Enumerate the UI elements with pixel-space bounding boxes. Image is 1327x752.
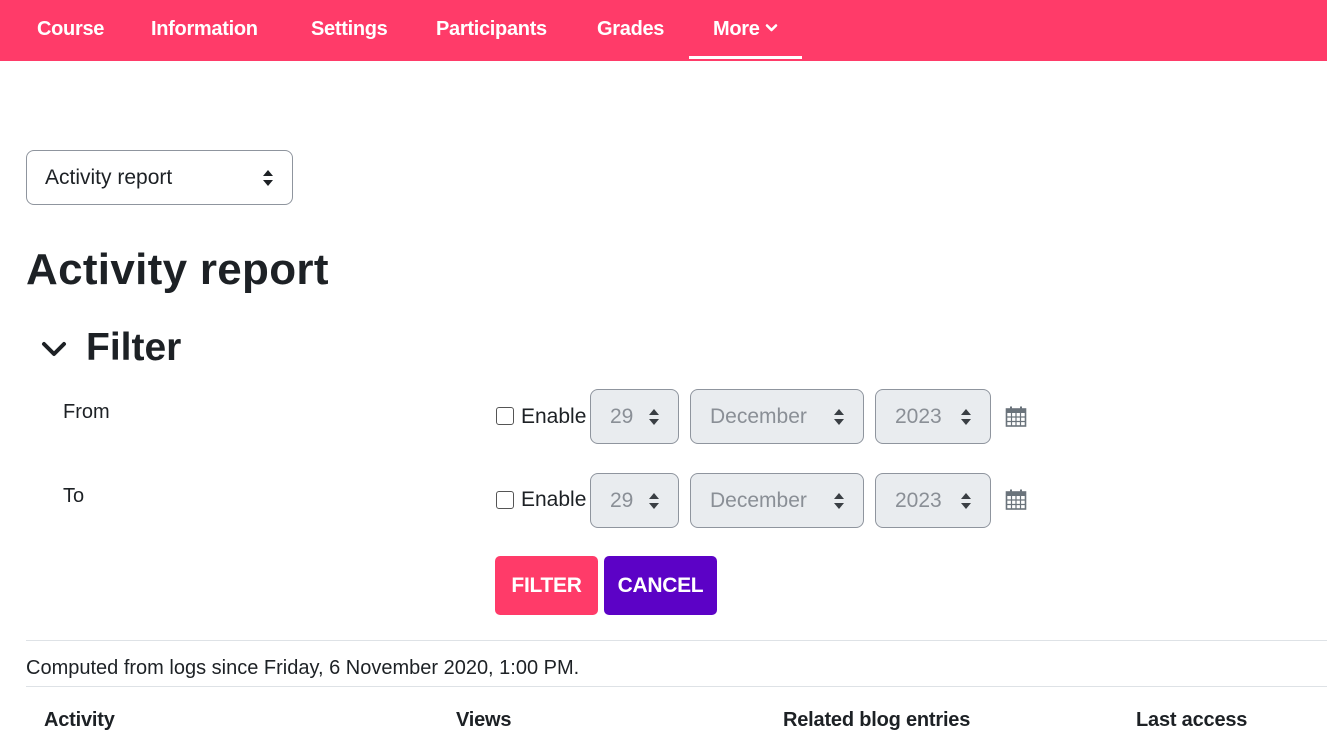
to-day-value: 29: [610, 489, 634, 512]
nav-course-label: Course: [37, 18, 105, 40]
column-header-last-access[interactable]: Last access: [1136, 709, 1247, 732]
from-day-value: 29: [610, 405, 634, 428]
to-enable-label[interactable]: Enable: [521, 488, 586, 512]
to-month-value: December: [710, 489, 807, 512]
divider: [26, 686, 1327, 687]
to-enable-checkbox[interactable]: [496, 491, 514, 509]
sort-arrows-icon: [834, 493, 844, 509]
filter-button[interactable]: FILTER: [495, 556, 598, 615]
chevron-down-icon: [765, 23, 777, 32]
nav-participants-label: Participants: [436, 18, 547, 40]
nav-settings[interactable]: Settings: [311, 0, 388, 61]
nav-information-label: Information: [151, 18, 258, 40]
nav-more-dropdown[interactable]: More: [689, 0, 802, 61]
from-month-select[interactable]: December: [690, 389, 864, 444]
nav-grades-label: Grades: [597, 18, 665, 40]
calendar-icon[interactable]: [1005, 489, 1027, 511]
to-year-value: 2023: [895, 489, 942, 512]
from-day-select[interactable]: 29: [590, 389, 679, 444]
from-enable-label[interactable]: Enable: [521, 405, 586, 429]
from-label: From: [63, 401, 110, 423]
nav-information[interactable]: Information: [151, 0, 258, 61]
sort-arrows-icon: [649, 493, 659, 509]
from-year-select[interactable]: 2023: [875, 389, 991, 444]
computed-from-logs-text: Computed from logs since Friday, 6 Novem…: [26, 657, 580, 679]
sort-arrows-icon: [649, 409, 659, 425]
sort-arrows-icon: [961, 493, 971, 509]
nav-grades[interactable]: Grades: [597, 0, 664, 61]
from-year-value: 2023: [895, 405, 942, 428]
nav-more-label: More: [713, 18, 760, 40]
to-day-select[interactable]: 29: [590, 473, 679, 528]
cancel-button[interactable]: CANCEL: [604, 556, 717, 615]
divider: [26, 640, 1327, 641]
calendar-icon[interactable]: [1005, 406, 1027, 428]
sort-arrows-icon: [263, 170, 273, 186]
column-header-related-blog-entries[interactable]: Related blog entries: [783, 709, 970, 732]
to-month-select[interactable]: December: [690, 473, 864, 528]
from-enable-checkbox[interactable]: [496, 407, 514, 425]
sort-arrows-icon: [961, 409, 971, 425]
chevron-down-icon[interactable]: [40, 335, 68, 363]
page-title: Activity report: [26, 245, 329, 294]
nav-participants[interactable]: Participants: [436, 0, 547, 61]
sort-arrows-icon: [834, 409, 844, 425]
filter-heading: Filter: [86, 326, 182, 369]
to-year-select[interactable]: 2023: [875, 473, 991, 528]
report-type-selected-value: Activity report: [45, 166, 173, 189]
column-header-views[interactable]: Views: [456, 709, 512, 732]
nav-course[interactable]: Course: [37, 0, 104, 61]
nav-settings-label: Settings: [311, 18, 388, 40]
report-type-select[interactable]: Activity report: [26, 150, 293, 205]
column-header-activity[interactable]: Activity: [44, 709, 115, 732]
to-label: To: [63, 485, 85, 507]
course-navigation-bar: Course Information Settings Participants…: [0, 0, 1327, 61]
from-month-value: December: [710, 405, 807, 428]
